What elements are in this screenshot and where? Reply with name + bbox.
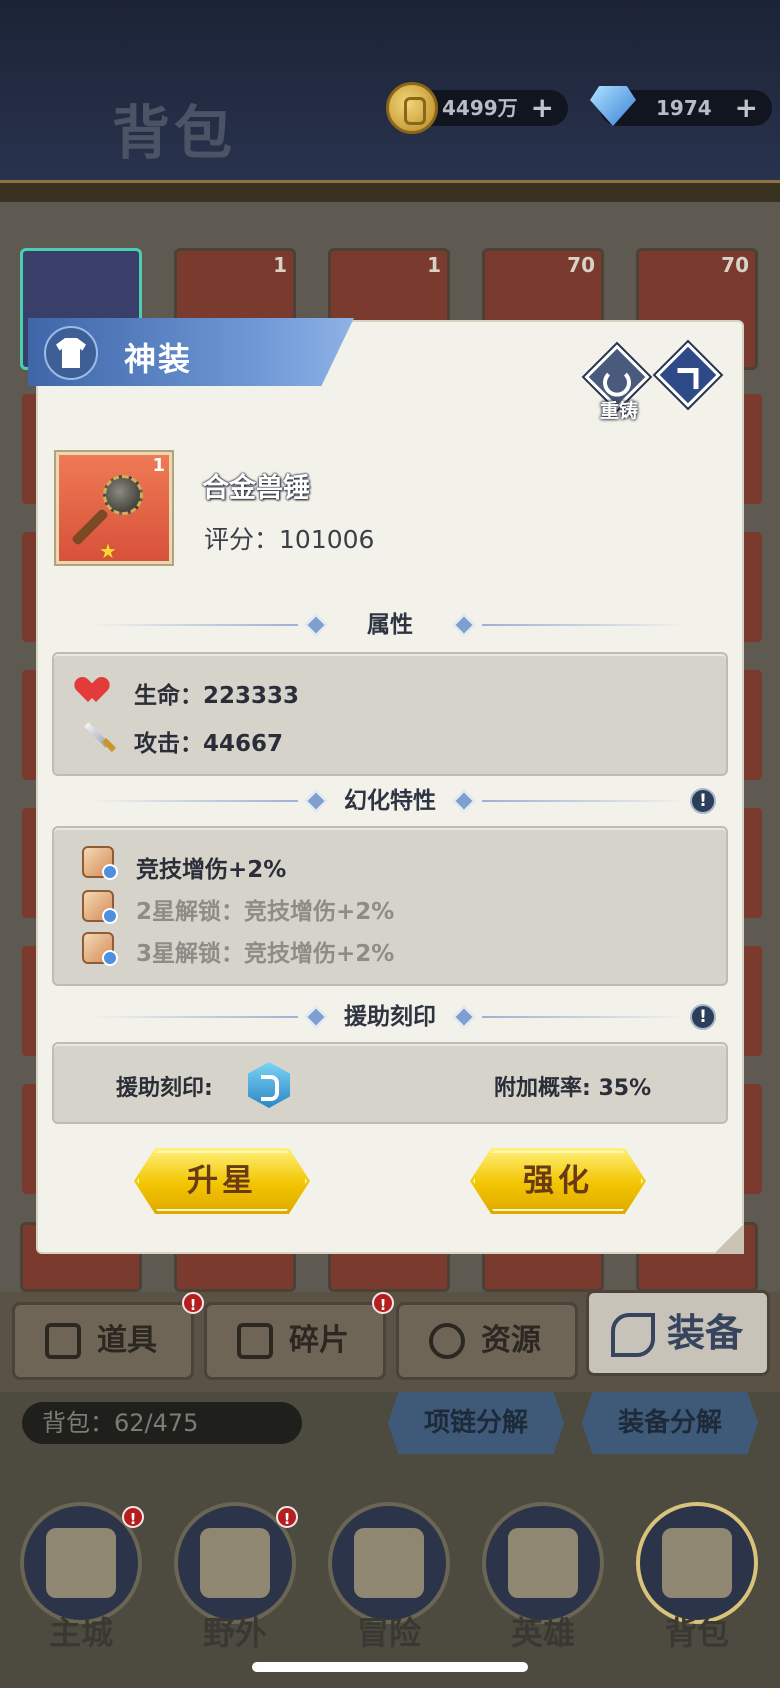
book-icon [237,1323,273,1359]
transform-trait: 竞技增伤+2% [136,857,287,883]
gold-value: 4499万 [442,96,518,120]
tab-fragments[interactable]: 碎片 [204,1302,386,1380]
add-gem-button[interactable]: + [735,90,758,126]
notification-badge: ! [372,1292,394,1314]
skill-icon [82,890,118,924]
hp-label: 生命： [134,683,203,709]
support-header: 援助刻印 [90,1002,690,1032]
attributes-header: 属性 [90,610,690,640]
equipment-decompose-button[interactable]: 装备分解 [582,1392,758,1454]
attack-value: 44667 [203,731,284,757]
transform-trait-locked: 2星解锁：竞技增伤+2% [136,899,395,925]
necklace-decompose-button[interactable]: 项链分解 [388,1392,564,1454]
skill-icon [82,932,118,966]
inventory-slot-edge [742,670,762,780]
bag-capacity-value: 62/475 [114,1409,199,1437]
castle-icon [46,1528,116,1598]
attack-label: 攻击： [134,731,203,757]
add-gold-button[interactable]: + [531,90,554,126]
inventory-slot-edge [742,808,762,918]
bag-capacity: 背包：62/475 [22,1402,302,1444]
skill-icon [82,846,118,880]
inventory-slot-edge [742,532,762,642]
nav-label: 主城 [48,1614,113,1652]
item-icon-card: 1 ★ [56,452,172,564]
home-indicator[interactable] [252,1662,528,1672]
item-count: 1 [152,455,165,476]
heart-icon [80,678,110,704]
transform-header: 幻化特性 [90,786,690,816]
score-label: 评分： [204,525,280,554]
transform-info-button[interactable]: ! [690,788,716,814]
hammer-icon [611,1313,655,1357]
support-info-button[interactable]: ! [690,1004,716,1030]
support-chance-label: 附加概率: [494,1076,591,1101]
support-chance-value: 35% [598,1076,652,1101]
notification-badge: ! [122,1506,144,1528]
tab-label: 道具 [97,1323,157,1358]
nav-label: 野外 [202,1614,267,1652]
nav-label: 英雄 [510,1614,575,1652]
sword-icon [80,722,114,756]
enhance-button[interactable]: 强化 [470,1148,646,1214]
bag-capacity-label: 背包： [42,1409,114,1437]
tab-label: 碎片 [289,1323,349,1358]
top-bar-edge [0,180,780,202]
hero-card-icon [508,1528,578,1598]
tab-label: 资源 [481,1323,541,1358]
attack-row: 攻击：44667 [134,724,283,758]
nav-adventure[interactable] [328,1502,450,1624]
map-scroll-icon [200,1528,270,1598]
gem-value: 1974 [656,96,712,120]
slot-count: 1 [427,253,441,277]
notification-badge: ! [276,1506,298,1528]
nav-label: 冒险 [356,1614,421,1652]
mace-icon [103,475,143,515]
slot-count: 70 [721,253,749,277]
slot-count: 1 [273,253,287,277]
nav-label: 背包 [664,1614,729,1652]
bottom-nav: 主城 ! 野外 ! 冒险 英雄 背包 [0,1468,780,1688]
support-chance: 附加概率: 35% [494,1070,651,1102]
upgrade-star-button[interactable]: 升星 [134,1148,310,1214]
inventory-slot-edge [742,394,762,504]
star-icon: ★ [99,539,117,563]
tab-resources[interactable]: 资源 [396,1302,578,1380]
support-label: 援助刻印: [116,1076,213,1101]
hp-value: 223333 [203,683,300,709]
score-value: 101006 [279,525,375,554]
gold-coin-icon [386,82,438,134]
tab-label: 装备 [667,1311,744,1355]
potion-icon [429,1323,465,1359]
backpack-icon [662,1528,732,1598]
inventory-slot-edge [742,946,762,1056]
notification-badge: ! [182,1292,204,1314]
item-name: 合金兽锤 [202,473,310,504]
slot-count: 70 [567,253,595,277]
transform-trait-locked: 3星解锁：竞技增伤+2% [136,941,395,967]
item-score: 评分：101006 [204,520,374,556]
hp-row: 生命：223333 [134,676,299,710]
nav-bag[interactable] [636,1502,758,1624]
inventory-slot-edge [742,1084,762,1194]
nav-heroes[interactable] [482,1502,604,1624]
modal-title: 神装 [124,340,193,378]
page-title: 背包 [112,99,237,167]
tab-equipment[interactable]: 装备 [586,1290,770,1376]
tab-items[interactable]: 道具 [12,1302,194,1380]
reforge-label: 重铸 [599,400,638,422]
shield-icon [354,1528,424,1598]
tag-icon [45,1323,81,1359]
